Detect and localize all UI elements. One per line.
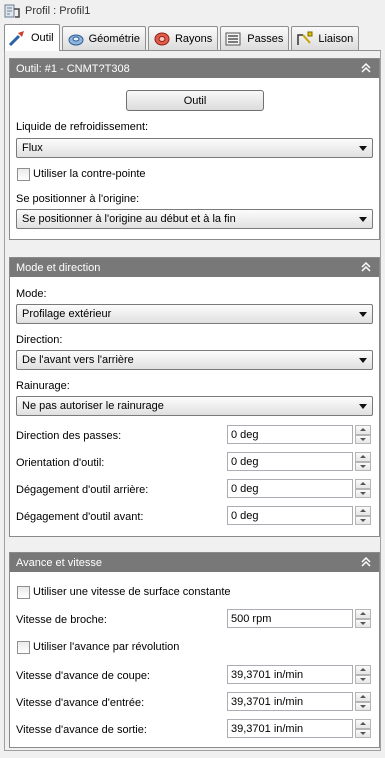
tab-bar: Outil Géométrie Rayons Passes Liaison — [4, 24, 381, 51]
spin-up-icon[interactable] — [355, 452, 371, 462]
tool-panel-header[interactable]: Outil: #1 - CNMT?T308 — [10, 59, 379, 78]
spin-down-icon[interactable] — [355, 461, 371, 471]
lead-out-stepper: 39,3701 in/min — [227, 719, 371, 738]
tailstock-checkbox[interactable] — [17, 168, 30, 181]
tool-panel: Outil: #1 - CNMT?T308 Outil Liquide de r… — [9, 58, 380, 240]
spin-down-icon[interactable] — [355, 674, 371, 684]
tab-geometrie[interactable]: Géométrie — [61, 26, 146, 50]
tool-tab-icon — [8, 30, 27, 47]
panel-title: Outil: #1 - CNMT?T308 — [16, 62, 130, 75]
chevron-down-icon — [359, 404, 367, 409]
spin-up-icon[interactable] — [355, 425, 371, 435]
tab-label: Géométrie — [88, 32, 140, 45]
spindle-stepper: 500 rpm — [227, 609, 371, 628]
chevron-down-icon — [359, 217, 367, 222]
mode-select[interactable]: Profilage extérieur — [16, 304, 373, 324]
lead-out-label: Vitesse d'avance de sortie: — [16, 724, 147, 736]
back-clearance-input[interactable]: 0 deg — [227, 479, 353, 498]
front-clearance-stepper: 0 deg — [227, 506, 371, 525]
lead-in-stepper: 39,3701 in/min — [227, 692, 371, 711]
spin-down-icon[interactable] — [355, 515, 371, 525]
tool-button[interactable]: Outil — [126, 90, 264, 111]
spin-up-icon[interactable] — [355, 692, 371, 702]
lead-in-label: Vitesse d'avance d'entrée: — [16, 697, 145, 709]
window-title: Profil : Profil1 — [25, 5, 91, 17]
collapse-icon[interactable] — [359, 261, 373, 275]
spin-up-icon[interactable] — [355, 665, 371, 675]
front-clearance-label: Dégagement d'outil avant: — [16, 511, 144, 523]
grooving-select[interactable]: Ne pas autoriser le rainurage — [16, 396, 373, 416]
cut-feed-stepper: 39,3701 in/min — [227, 665, 371, 684]
grooving-label: Rainurage: — [16, 380, 70, 392]
front-clearance-input[interactable]: 0 deg — [227, 506, 353, 525]
css-checkbox[interactable] — [17, 586, 30, 599]
spin-up-icon[interactable] — [355, 719, 371, 729]
home-value: Se positionner à l'origine au début et à… — [22, 213, 236, 225]
per-rev-checkbox[interactable] — [17, 641, 30, 654]
pass-direction-label: Direction des passes: — [16, 430, 122, 442]
direction-value: De l'avant vers l'arrière — [22, 354, 134, 366]
panel-title: Mode et direction — [16, 261, 101, 274]
mode-label: Mode: — [16, 288, 47, 300]
tab-rayons[interactable]: Rayons — [147, 26, 219, 50]
back-clearance-label: Dégagement d'outil arrière: — [16, 484, 149, 496]
spindle-label: Vitesse de broche: — [16, 614, 107, 626]
tab-label: Outil — [31, 32, 54, 44]
tool-orientation-stepper: 0 deg — [227, 452, 371, 471]
feed-panel-header[interactable]: Avance et vitesse — [10, 553, 379, 572]
coolant-select[interactable]: Flux — [16, 138, 373, 158]
mode-panel: Mode et direction Mode: Profilage extéri… — [9, 257, 380, 537]
window-titlebar: Profil : Profil1 — [0, 0, 385, 22]
back-clearance-stepper: 0 deg — [227, 479, 371, 498]
spin-down-icon[interactable] — [355, 488, 371, 498]
chevron-down-icon — [359, 146, 367, 151]
home-label: Se positionner à l'origine: — [16, 193, 140, 205]
spindle-input[interactable]: 500 rpm — [227, 609, 353, 628]
tab-outil[interactable]: Outil — [4, 24, 60, 51]
per-rev-label: Utiliser l'avance par révolution — [33, 641, 180, 653]
mode-value: Profilage extérieur — [22, 308, 112, 320]
css-label: Utiliser une vitesse de surface constant… — [33, 586, 231, 598]
lead-in-input[interactable]: 39,3701 in/min — [227, 692, 353, 711]
feed-panel: Avance et vitesse Utiliser une vitesse d… — [9, 552, 380, 748]
profile-icon — [4, 3, 20, 19]
tab-label: Passes — [247, 32, 284, 45]
tab-liaison[interactable]: Liaison — [291, 26, 360, 50]
lead-out-input[interactable]: 39,3701 in/min — [227, 719, 353, 738]
chevron-down-icon — [359, 358, 367, 363]
chevron-down-icon — [359, 312, 367, 317]
cut-feed-label: Vitesse d'avance de coupe: — [16, 670, 150, 682]
spin-up-icon[interactable] — [355, 506, 371, 516]
panel-title: Avance et vitesse — [16, 556, 103, 569]
grooving-value: Ne pas autoriser le rainurage — [22, 400, 164, 412]
direction-label: Direction: — [16, 334, 63, 346]
tailstock-label: Utiliser la contre-pointe — [33, 168, 146, 180]
direction-select[interactable]: De l'avant vers l'arrière — [16, 350, 373, 370]
tab-label: Liaison — [318, 32, 354, 45]
coolant-value: Flux — [22, 142, 43, 154]
pass-direction-stepper: 0 deg — [227, 425, 371, 444]
spin-down-icon[interactable] — [355, 728, 371, 738]
passes-tab-icon — [225, 31, 243, 47]
collapse-icon[interactable] — [359, 556, 373, 570]
spin-up-icon[interactable] — [355, 609, 371, 619]
home-select[interactable]: Se positionner à l'origine au début et à… — [16, 209, 373, 229]
coolant-label: Liquide de refroidissement: — [16, 121, 149, 133]
tool-orientation-input[interactable]: 0 deg — [227, 452, 353, 471]
collapse-icon[interactable] — [359, 62, 373, 76]
mode-panel-header[interactable]: Mode et direction — [10, 258, 379, 277]
pass-direction-input[interactable]: 0 deg — [227, 425, 353, 444]
geometry-tab-icon — [67, 31, 85, 47]
spin-down-icon[interactable] — [355, 434, 371, 444]
tab-passes[interactable]: Passes — [220, 26, 290, 50]
tab-content: Outil: #1 - CNMT?T308 Outil Liquide de r… — [4, 51, 381, 751]
tab-label: Rayons — [174, 32, 213, 45]
linking-tab-icon — [296, 31, 314, 47]
spin-down-icon[interactable] — [355, 618, 371, 628]
spin-up-icon[interactable] — [355, 479, 371, 489]
spin-down-icon[interactable] — [355, 701, 371, 711]
radii-tab-icon — [153, 31, 171, 47]
cut-feed-input[interactable]: 39,3701 in/min — [227, 665, 353, 684]
tool-orientation-label: Orientation d'outil: — [16, 457, 105, 469]
